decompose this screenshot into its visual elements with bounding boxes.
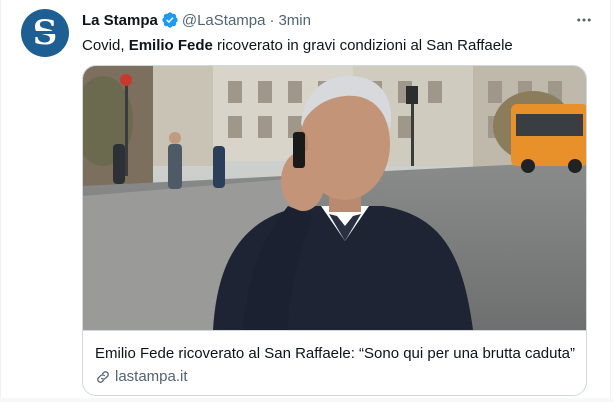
link-card[interactable]: Emilio Fede ricoverato al San Raffaele: … xyxy=(82,65,587,396)
card-image[interactable] xyxy=(83,66,587,331)
avatar[interactable]: S xyxy=(21,9,69,57)
divider xyxy=(0,398,613,402)
display-name[interactable]: La Stampa xyxy=(82,12,158,29)
tweet[interactable]: S La Stampa @LaStampa · 3min Covid, Emil… xyxy=(0,0,611,402)
separator-dot: · xyxy=(269,11,275,29)
user-handle[interactable]: @LaStampa xyxy=(182,12,266,29)
tweet-text-suffix: ricoverato in gravi condizioni al San Ra… xyxy=(212,37,513,54)
tweet-text: Covid, Emilio Fede ricoverato in gravi c… xyxy=(82,36,513,56)
more-options-button[interactable] xyxy=(574,10,594,30)
card-domain-text[interactable]: lastampa.it xyxy=(115,368,188,385)
more-horizontal-icon xyxy=(577,18,591,22)
link-icon xyxy=(97,370,109,383)
timestamp[interactable]: 3min xyxy=(278,12,311,29)
tweet-text-bold: Emilio Fede xyxy=(128,37,213,54)
card-domain[interactable]: lastampa.it xyxy=(95,368,188,385)
tweet-text-prefix: Covid, xyxy=(82,37,129,54)
card-title[interactable]: Emilio Fede ricoverato al San Raffaele: … xyxy=(95,345,575,362)
verified-badge-icon xyxy=(162,12,178,28)
tweet-header: La Stampa @LaStampa · 3min xyxy=(82,10,311,30)
